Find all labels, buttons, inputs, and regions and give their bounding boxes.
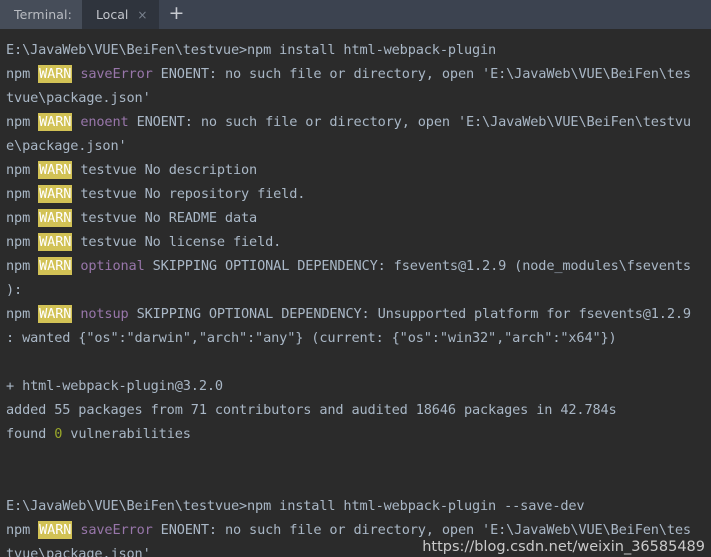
- terminal-line: npm WARN testvue No description: [6, 158, 711, 182]
- terminal-text: npm: [6, 114, 39, 130]
- terminal-line: npm WARN testvue No repository field.: [6, 182, 711, 206]
- npm-warning-code: saveError: [80, 522, 153, 538]
- terminal-text: : wanted {"os":"darwin","arch":"any"} (c…: [6, 330, 617, 346]
- terminal-text: ENOENT: no such file or directory, open …: [152, 66, 691, 82]
- terminal-tool-window-label: Terminal:: [0, 0, 82, 29]
- npm-warning-code: enoent: [80, 114, 129, 130]
- warn-badge: WARN: [38, 113, 73, 131]
- terminal-text: found: [6, 426, 55, 442]
- terminal-text: npm: [6, 234, 39, 250]
- terminal-line: npm WARN testvue No license field.: [6, 230, 711, 254]
- terminal-text: E:\JavaWeb\VUE\BeiFen\testvue>npm instal…: [6, 42, 497, 58]
- terminal-line: tvue\package.json': [6, 86, 711, 110]
- terminal-text: e\package.json': [6, 138, 127, 154]
- terminal-tab-label: Local: [95, 7, 129, 22]
- warn-badge: WARN: [38, 161, 73, 179]
- warn-badge: WARN: [38, 65, 73, 83]
- terminal-text: ENOENT: no such file or directory, open …: [128, 114, 692, 130]
- npm-warning-code: saveError: [80, 66, 153, 82]
- terminal-line-list: E:\JavaWeb\VUE\BeiFen\testvue>npm instal…: [6, 38, 711, 557]
- terminal-text: npm: [6, 66, 39, 82]
- terminal-line: added 55 packages from 71 contributors a…: [6, 398, 711, 422]
- terminal-text: vulnerabilities: [62, 426, 191, 442]
- close-icon[interactable]: ×: [135, 9, 149, 21]
- terminal-line: E:\JavaWeb\VUE\BeiFen\testvue>npm instal…: [6, 494, 711, 518]
- npm-warning-code: notsup: [80, 306, 129, 322]
- warn-badge: WARN: [38, 305, 73, 323]
- terminal-line: npm WARN saveError ENOENT: no such file …: [6, 518, 711, 542]
- warn-badge: WARN: [38, 233, 73, 251]
- new-terminal-tab-button[interactable]: +: [159, 0, 193, 29]
- terminal-text: testvue No README data: [72, 210, 258, 226]
- terminal-output-area[interactable]: E:\JavaWeb\VUE\BeiFen\testvue>npm instal…: [0, 29, 711, 557]
- terminal-text: npm: [6, 522, 39, 538]
- header-empty-space: [193, 0, 711, 29]
- terminal-text: npm: [6, 258, 39, 274]
- warn-badge: WARN: [38, 521, 73, 539]
- terminal-tab-strip: Local ×: [81, 0, 160, 29]
- terminal-line: tvue\package.json': [6, 542, 711, 557]
- terminal-text: npm: [6, 210, 39, 226]
- terminal-text: testvue No license field.: [72, 234, 282, 250]
- terminal-line: e\package.json': [6, 134, 711, 158]
- terminal-line: npm WARN saveError ENOENT: no such file …: [6, 62, 711, 86]
- terminal-line: ):: [6, 278, 711, 302]
- terminal-line: found 0 vulnerabilities: [6, 422, 711, 446]
- terminal-line: npm WARN enoent ENOENT: no such file or …: [6, 110, 711, 134]
- terminal-line: E:\JavaWeb\VUE\BeiFen\testvue>npm instal…: [6, 38, 711, 62]
- terminal-line: + html-webpack-plugin@3.2.0: [6, 374, 711, 398]
- terminal-text: SKIPPING OPTIONAL DEPENDENCY: fsevents@1…: [144, 258, 691, 274]
- terminal-text: npm: [6, 306, 39, 322]
- terminal-text: SKIPPING OPTIONAL DEPENDENCY: Unsupporte…: [128, 306, 692, 322]
- terminal-text: ENOENT: no such file or directory, open …: [152, 522, 691, 538]
- terminal-text: ):: [6, 282, 23, 298]
- terminal-text: testvue No repository field.: [72, 186, 306, 202]
- terminal-text: npm: [6, 186, 39, 202]
- terminal-text: tvue\package.json': [6, 90, 151, 106]
- terminal-text: tvue\package.json': [6, 546, 151, 557]
- warn-badge: WARN: [38, 185, 73, 203]
- terminal-text: testvue No description: [72, 162, 258, 178]
- terminal-text: + html-webpack-plugin@3.2.0: [6, 378, 223, 394]
- terminal-tool-window-header: Terminal: Local × +: [0, 0, 711, 29]
- npm-warning-code: optional: [80, 258, 145, 274]
- terminal-tab-local[interactable]: Local ×: [81, 0, 160, 29]
- terminal-line: npm WARN notsup SKIPPING OPTIONAL DEPEND…: [6, 302, 711, 326]
- terminal-line: npm WARN optional SKIPPING OPTIONAL DEPE…: [6, 254, 711, 278]
- terminal-text: npm: [6, 162, 39, 178]
- terminal-line: npm WARN testvue No README data: [6, 206, 711, 230]
- terminal-text: added 55 packages from 71 contributors a…: [6, 402, 617, 418]
- warn-badge: WARN: [38, 209, 73, 227]
- terminal-line: : wanted {"os":"darwin","arch":"any"} (c…: [6, 326, 711, 350]
- terminal-text: E:\JavaWeb\VUE\BeiFen\testvue>npm instal…: [6, 498, 585, 514]
- warn-badge: WARN: [38, 257, 73, 275]
